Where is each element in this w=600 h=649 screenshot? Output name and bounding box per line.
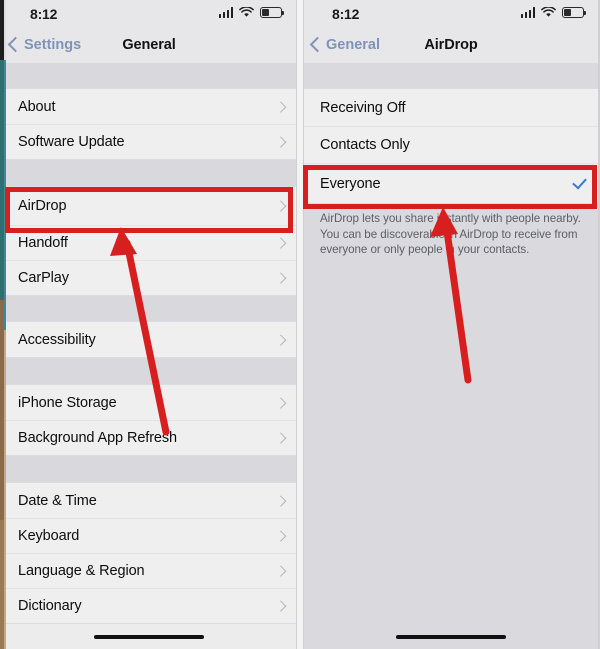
settings-group-2: AirDrop Handoff CarPlay	[0, 186, 298, 296]
sidebar-item-carplay[interactable]: CarPlay	[0, 260, 298, 295]
chevron-right-icon	[274, 101, 286, 112]
list-spacer	[0, 64, 298, 88]
chevron-right-icon	[274, 565, 286, 577]
wifi-icon	[541, 7, 556, 17]
settings-group-4: iPhone Storage Background App Refresh	[0, 384, 298, 456]
row-label: iPhone Storage	[18, 394, 117, 411]
sidebar-item-software-update[interactable]: Software Update	[0, 124, 298, 159]
sidebar-item-handoff[interactable]: Handoff	[0, 225, 298, 260]
sidebar-item-dictionary[interactable]: Dictionary	[0, 588, 298, 623]
sidebar-item-keyboard[interactable]: Keyboard	[0, 518, 298, 553]
status-bar-left: 8:12	[0, 0, 298, 30]
list-spacer	[0, 160, 298, 186]
row-label: Dictionary	[18, 598, 82, 614]
row-label: AirDrop	[18, 198, 67, 214]
checkmark-icon	[572, 173, 587, 190]
airdrop-option-group: Receiving Off Contacts Only Everyone	[302, 88, 600, 204]
list-spacer	[0, 456, 298, 482]
chevron-right-icon	[274, 600, 286, 612]
nav-bar-left: Settings General	[0, 30, 298, 64]
chevron-right-icon	[274, 200, 286, 212]
wifi-icon	[239, 7, 254, 17]
status-icons	[218, 7, 285, 18]
airdrop-options-list: Receiving Off Contacts Only Everyone Air…	[302, 64, 600, 268]
row-label: Language & Region	[18, 563, 145, 579]
settings-group-5: Date & Time Keyboard Language & Region D…	[0, 482, 298, 624]
airdrop-footer-note: AirDrop lets you share instantly with pe…	[320, 212, 581, 256]
chevron-right-icon	[274, 397, 286, 408]
row-label: Software Update	[18, 134, 125, 150]
row-label: Keyboard	[18, 528, 80, 544]
list-spacer	[302, 64, 600, 88]
home-indicator-right	[396, 634, 506, 639]
row-label: Accessibility	[18, 331, 96, 348]
row-label: Contacts Only	[320, 137, 410, 153]
row-label: About	[18, 98, 56, 115]
sidebar-item-background-app-refresh[interactable]: Background App Refresh	[0, 420, 298, 455]
chevron-right-icon	[274, 136, 286, 148]
left-phone-panel-general: 8:12 Settings General About Software Upd…	[0, 0, 298, 649]
row-label: Receiving Off	[320, 99, 406, 116]
chevron-right-icon	[274, 334, 286, 345]
status-bar-right: 8:12	[302, 0, 600, 30]
settings-group-1: About Software Update	[0, 88, 298, 160]
sidebar-item-language-region[interactable]: Language & Region	[0, 553, 298, 588]
row-label: CarPlay	[18, 270, 69, 286]
settings-list-general: About Software Update AirDrop Handoff Ca…	[0, 64, 298, 624]
chevron-right-icon	[274, 495, 286, 506]
sidebar-item-date-time[interactable]: Date & Time	[0, 483, 298, 518]
airdrop-option-receiving-off[interactable]: Receiving Off	[302, 89, 600, 126]
settings-group-3: Accessibility	[0, 321, 298, 358]
page-title-airdrop: AirDrop	[424, 37, 478, 53]
sidebar-item-accessibility[interactable]: Accessibility	[0, 322, 298, 357]
battery-icon	[260, 7, 285, 18]
right-phone-panel-airdrop: 8:12 General AirDrop Receiving Off Conta…	[302, 0, 600, 649]
row-label: Handoff	[18, 235, 68, 251]
airdrop-option-everyone[interactable]: Everyone	[302, 163, 600, 203]
status-icons	[520, 7, 587, 18]
status-time: 8:12	[30, 6, 58, 22]
cellular-bars-icon	[520, 7, 535, 18]
list-spacer	[0, 358, 298, 384]
chevron-right-icon	[274, 272, 286, 284]
sidebar-item-airdrop[interactable]: AirDrop	[0, 187, 298, 225]
sidebar-item-iphone-storage[interactable]: iPhone Storage	[0, 385, 298, 420]
row-label: Background App Refresh	[18, 430, 178, 446]
chevron-right-icon	[274, 237, 286, 249]
device-edge-left-inner	[4, 0, 6, 649]
panel-divider	[296, 0, 304, 649]
list-spacer	[0, 296, 298, 321]
screenshot-root: 8:12 Settings General About Software Upd…	[0, 0, 600, 649]
home-indicator-left	[94, 634, 204, 639]
status-time: 8:12	[332, 6, 360, 22]
row-label: Everyone	[320, 175, 381, 192]
row-label: Date & Time	[18, 492, 97, 509]
sidebar-item-about[interactable]: About	[0, 89, 298, 124]
nav-bar-right: General AirDrop	[302, 30, 600, 64]
battery-icon	[562, 7, 587, 18]
page-title-general: General	[122, 37, 176, 53]
airdrop-option-contacts-only[interactable]: Contacts Only	[302, 126, 600, 163]
cellular-bars-icon	[218, 7, 233, 18]
chevron-right-icon	[274, 530, 286, 542]
chevron-right-icon	[274, 432, 286, 444]
